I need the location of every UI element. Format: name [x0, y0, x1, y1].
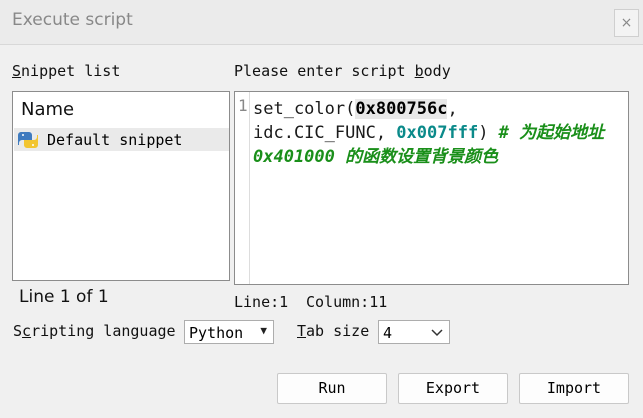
snippet-item[interactable]: Default snippet: [14, 128, 229, 151]
line-number: 1: [238, 96, 248, 115]
chevron-down-icon: [431, 329, 443, 337]
scripting-language-label: Scripting language: [13, 322, 176, 340]
cursor-column: Column:11: [306, 293, 388, 311]
close-icon: ×: [620, 15, 633, 31]
python-icon: [18, 132, 38, 148]
gutter-divider: [249, 92, 250, 284]
import-button[interactable]: Import: [519, 373, 629, 404]
cursor-line: Line:1: [234, 293, 289, 311]
run-button[interactable]: Run: [277, 373, 387, 404]
code-text[interactable]: set_color(0x800756c, idc.CIC_FUNC, 0x007f…: [253, 97, 643, 169]
tab-size-select[interactable]: 4: [378, 320, 450, 344]
tab-size-value: 4: [383, 324, 393, 342]
scripting-language-select[interactable]: Python ▼: [184, 320, 274, 344]
script-body-label: Please enter script body: [234, 62, 451, 80]
snippet-list[interactable]: Name Default snippet: [12, 91, 230, 281]
snippet-list-label: Snippet list: [12, 62, 121, 80]
snippet-item-label: Default snippet: [47, 131, 183, 149]
tab-size-label: Tab size: [297, 322, 370, 340]
dropdown-arrow-icon: ▼: [260, 324, 267, 337]
window-title: Execute script: [12, 10, 133, 30]
snippet-line-status: Line 1 of 1: [19, 287, 109, 307]
scripting-language-value: Python: [189, 324, 244, 342]
export-button[interactable]: Export: [398, 373, 508, 404]
script-editor[interactable]: 1 set_color(0x800756c, idc.CIC_FUNC, 0x00…: [234, 91, 629, 285]
line-gutter: 1: [235, 92, 249, 284]
snippet-list-header[interactable]: Name: [21, 99, 74, 120]
title-bar: Execute script ×: [0, 0, 643, 45]
close-button[interactable]: ×: [614, 9, 639, 37]
